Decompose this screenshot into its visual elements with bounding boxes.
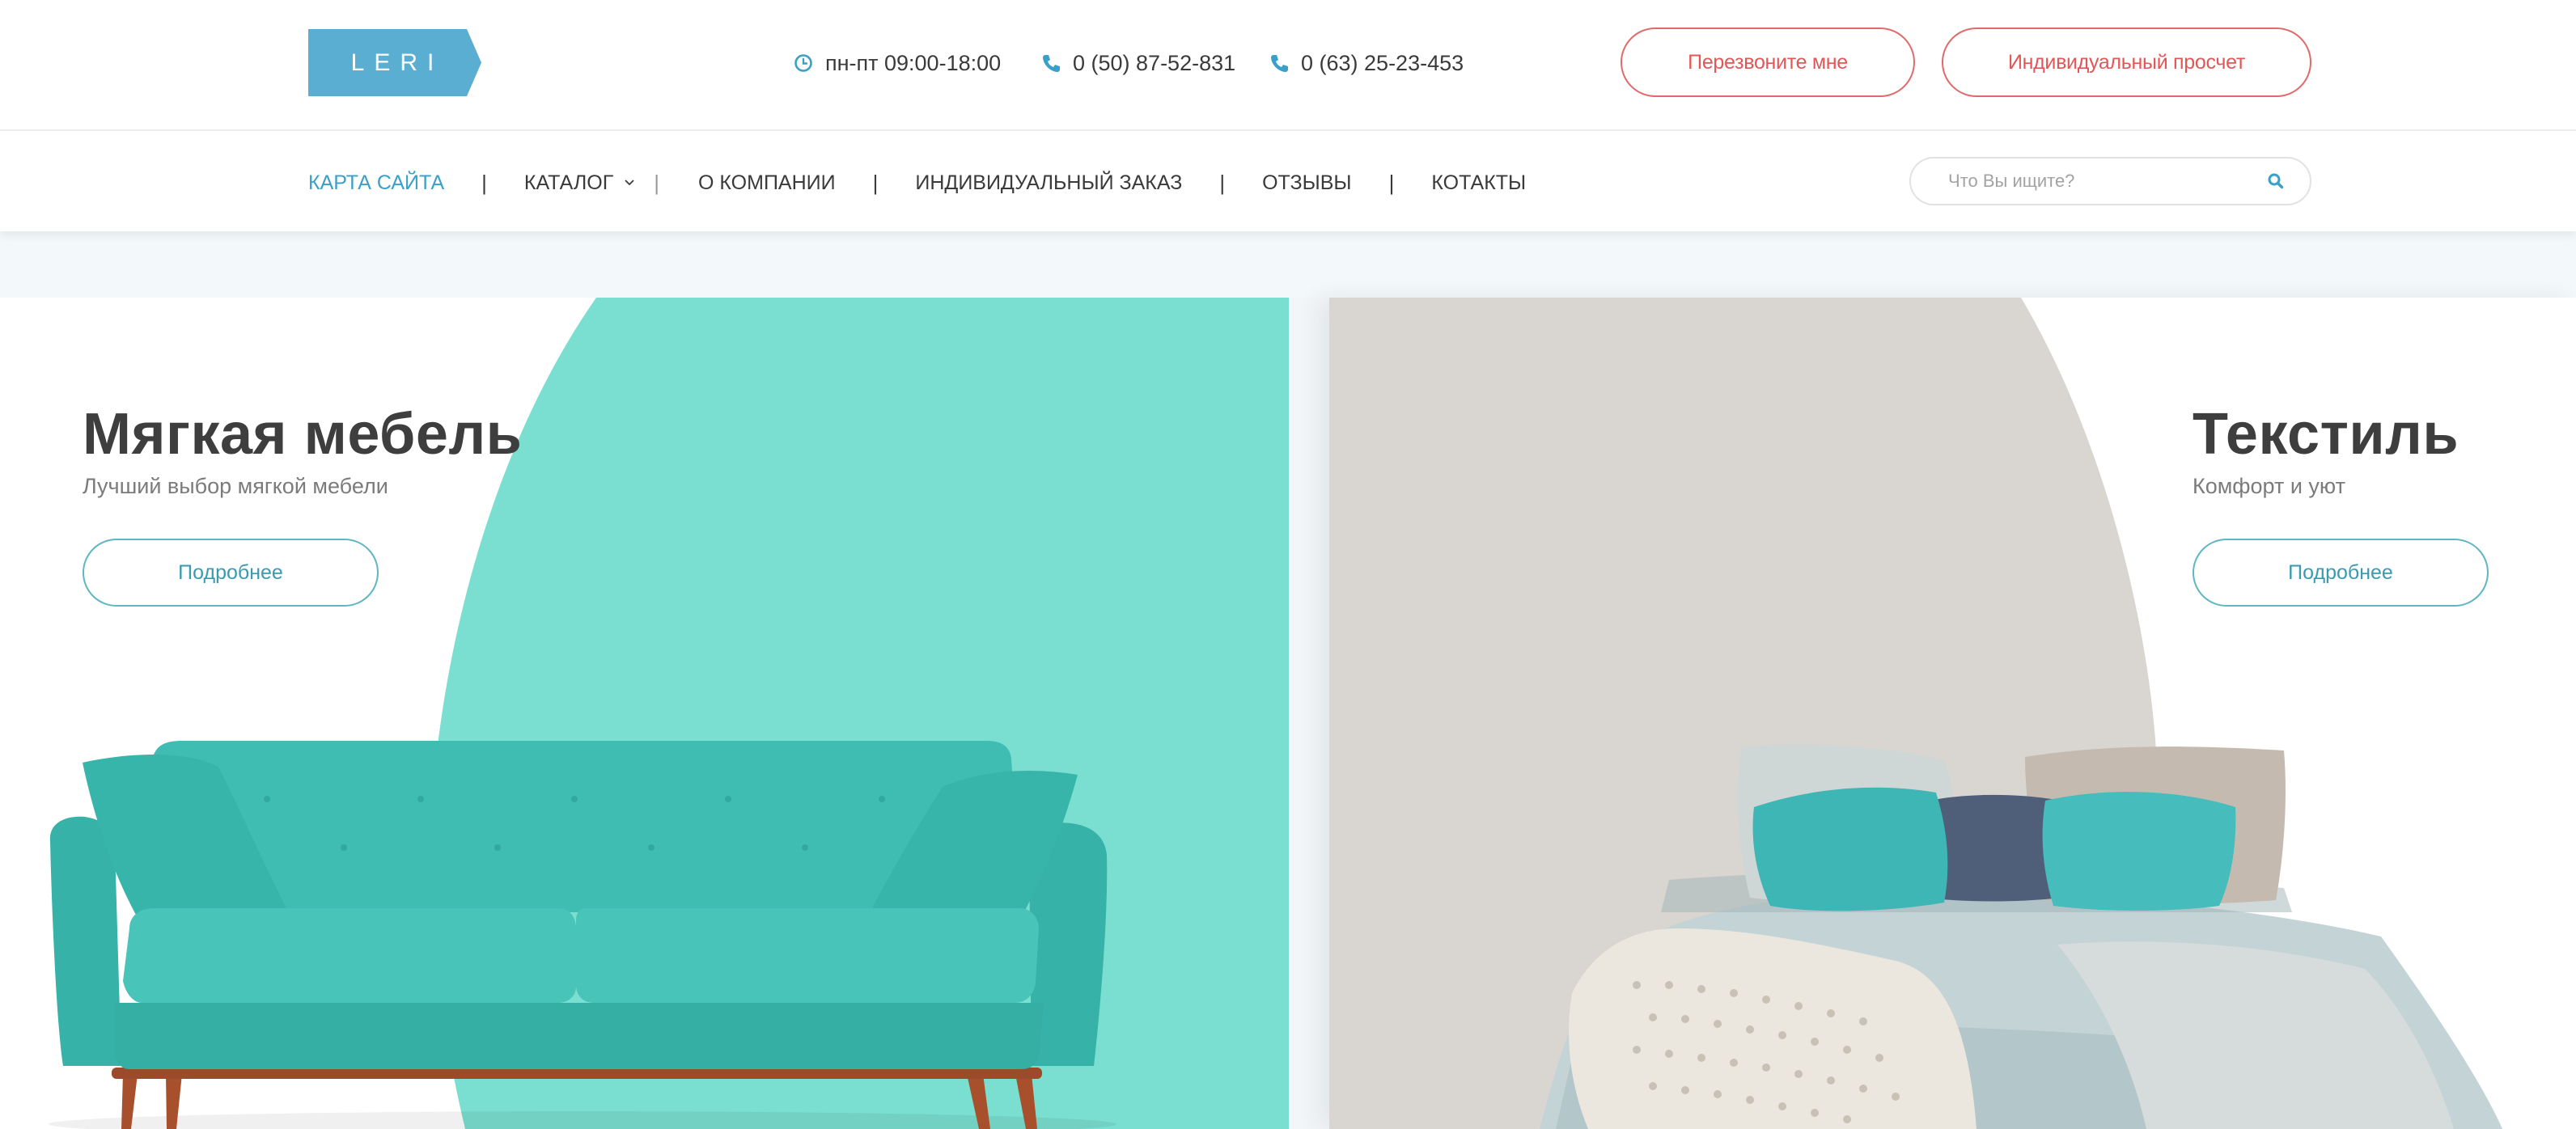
section-gap (0, 231, 2576, 298)
phone-link-2[interactable]: 0 (63) 25-23-453 (1269, 49, 1464, 78)
top-header: LERI пн-пт 09:00-18:00 0 (50) 87-52-831 … (0, 0, 2576, 131)
nav-custom-order[interactable]: ИНДИВИДУАЛЬНЫЙ ЗАКАЗ (915, 171, 1182, 195)
nav-about[interactable]: О КОМПАНИИ (698, 171, 836, 195)
logo[interactable]: LERI (308, 29, 481, 96)
working-hours-text: пн-пт 09:00-18:00 (825, 50, 1002, 75)
banner-title: Текстиль (2193, 402, 2459, 467)
nav-separator: | (481, 170, 487, 195)
search-box (1909, 157, 2311, 205)
search-input[interactable] (1948, 159, 2256, 204)
nav-catalog[interactable]: КАТАЛОГ (524, 171, 636, 195)
logo-text: LERI (350, 49, 444, 76)
chevron-down-icon (625, 180, 634, 186)
main-navbar: КАРТА САЙТА | КАТАЛОГ | О КОМПАНИИ | ИНД… (0, 131, 2576, 231)
search-icon[interactable] (2266, 171, 2286, 191)
more-button[interactable]: Подробнее (2193, 539, 2489, 607)
banner-textile: Текстиль Комфорт и уют Подробнее (1329, 298, 2576, 1129)
clock-icon (794, 54, 812, 72)
individual-calc-button[interactable]: Индивидуальный просчет (1942, 27, 2311, 97)
banner-subtitle: Лучший выбор мягкой мебели (83, 474, 388, 498)
main-nav: КАРТА САЙТА | КАТАЛОГ | О КОМПАНИИ | ИНД… (308, 167, 1526, 199)
nav-catalog-label: КАТАЛОГ (523, 171, 614, 194)
nav-reviews[interactable]: ОТЗЫВЫ (1262, 171, 1351, 195)
phone-icon (1043, 55, 1060, 72)
nav-separator: | (1219, 170, 1226, 195)
callback-button[interactable]: Перезвоните мне (1621, 27, 1915, 97)
banner-soft-furniture: Мягкая мебель Лучший выбор мягкой мебели… (0, 298, 1289, 1129)
phone-number-1: 0 (50) 87-52-831 (1073, 50, 1236, 75)
nav-separator: | (872, 170, 879, 195)
nav-sitemap[interactable]: КАРТА САЙТА (308, 171, 444, 195)
working-hours: пн-пт 09:00-18:00 (793, 49, 1001, 78)
nav-separator: | (1388, 170, 1395, 195)
banner-subtitle: Комфорт и уют (2193, 474, 2345, 498)
phone-link-1[interactable]: 0 (50) 87-52-831 (1040, 49, 1235, 78)
phone-icon (1271, 55, 1288, 72)
phone-number-2: 0 (63) 25-23-453 (1301, 50, 1464, 75)
banner-title: Мягкая мебель (83, 402, 523, 467)
banner-gutter (1289, 298, 1329, 1129)
nav-separator: | (654, 170, 659, 195)
more-button[interactable]: Подробнее (83, 539, 379, 607)
nav-contacts[interactable]: КОТАКТЫ (1431, 171, 1526, 195)
